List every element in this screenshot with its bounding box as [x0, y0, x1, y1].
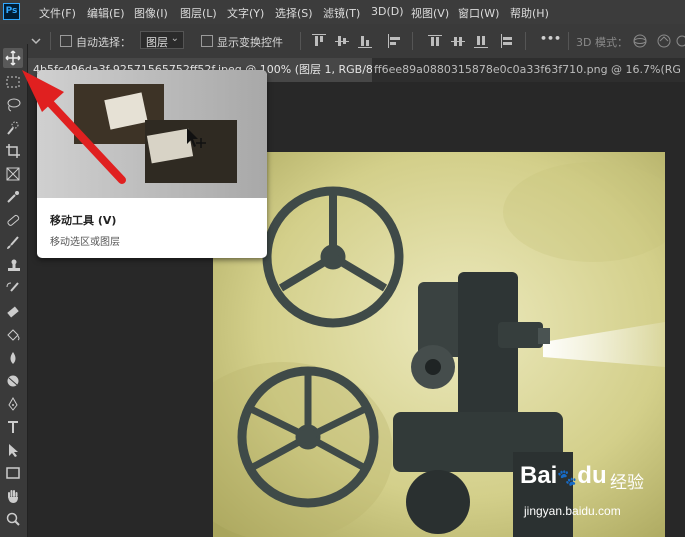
history-brush-icon[interactable] — [3, 279, 23, 299]
tooltip-title: 移动工具 (V) — [50, 214, 117, 227]
align-vcenter-icon[interactable] — [335, 34, 349, 48]
distribute-bottom-icon[interactable] — [474, 34, 488, 48]
distribute-vcenter-icon[interactable] — [451, 34, 465, 48]
pen-icon[interactable] — [3, 394, 23, 414]
blur-icon[interactable] — [3, 348, 23, 368]
red-arrow-annotation-icon — [22, 70, 126, 184]
tooltip-description: 移动选区或图层 — [50, 237, 120, 248]
3d-mode-label: 3D 模式： — [576, 36, 628, 49]
menu-file[interactable]: 文件(F) — [39, 5, 76, 21]
auto-select-target-dropdown[interactable]: 图层 ⌄ — [140, 31, 184, 49]
watermark-cn-text: 经验 — [610, 473, 644, 493]
baidu-logo: Bai🐾du — [520, 462, 607, 489]
healing-brush-icon[interactable] — [3, 210, 23, 230]
hand-icon[interactable] — [3, 486, 23, 506]
distribute-left-icon[interactable] — [500, 34, 514, 48]
path-selection-icon[interactable] — [3, 440, 23, 460]
menu-filter[interactable]: 滤镜(T) — [323, 5, 360, 21]
tab-title: ff6ee89a0880315878e0c0a33f63f710.png @ 1… — [374, 63, 680, 76]
menu-bar: Ps 文件(F) 编辑(E) 图像(I) 图层(L) 文字(Y) 选择(S) 滤… — [0, 0, 685, 24]
distribute-top-icon[interactable] — [428, 34, 442, 48]
divider — [525, 32, 526, 50]
chevron-down-icon: ⌄ — [170, 33, 179, 44]
menu-select[interactable]: 选择(S) — [275, 5, 313, 21]
dodge-icon[interactable] — [3, 371, 23, 391]
menu-help[interactable]: 帮助(H) — [510, 5, 549, 21]
show-transform-checkbox[interactable] — [201, 35, 213, 47]
align-top-icon[interactable] — [312, 34, 326, 48]
menu-type[interactable]: 文字(Y) — [227, 5, 264, 21]
baidu-watermark: Bai🐾du 经验 jingyan.baidu.com — [520, 458, 670, 528]
divider — [568, 32, 569, 50]
type-icon[interactable] — [3, 417, 23, 437]
more-options-button[interactable]: ••• — [540, 32, 561, 45]
zoom-icon[interactable] — [3, 509, 23, 529]
menu-image[interactable]: 图像(I) — [134, 5, 168, 21]
paw-icon: 🐾 — [557, 470, 578, 487]
eyedropper-icon[interactable] — [3, 187, 23, 207]
menu-view[interactable]: 视图(V) — [411, 5, 449, 21]
show-transform-label: 显示变换控件 — [217, 36, 283, 49]
align-bottom-icon[interactable] — [358, 34, 372, 48]
clone-stamp-icon[interactable] — [3, 256, 23, 276]
watermark-url: jingyan.baidu.com — [524, 504, 621, 518]
menu-layer[interactable]: 图层(L) — [180, 5, 217, 21]
3d-roll-icon[interactable] — [656, 33, 672, 49]
brush-icon[interactable] — [3, 233, 23, 253]
document-tab-inactive[interactable]: ff6ee89a0880315878e0c0a33f63f710.png @ 1… — [368, 58, 680, 82]
menu-window[interactable]: 窗口(W) — [458, 5, 499, 21]
eraser-icon[interactable] — [3, 302, 23, 322]
rectangle-icon[interactable] — [3, 463, 23, 483]
3d-pan-icon[interactable] — [674, 33, 685, 49]
align-left-icon[interactable] — [388, 34, 402, 48]
menu-3d[interactable]: 3D(D) — [371, 5, 404, 18]
paint-bucket-icon[interactable] — [3, 325, 23, 345]
dropdown-value: 图层 — [146, 36, 168, 49]
3d-orbit-icon[interactable] — [632, 33, 648, 49]
menu-edit[interactable]: 编辑(E) — [87, 5, 125, 21]
photoshop-logo[interactable]: Ps — [3, 3, 20, 20]
divider — [300, 32, 301, 50]
divider — [412, 32, 413, 50]
